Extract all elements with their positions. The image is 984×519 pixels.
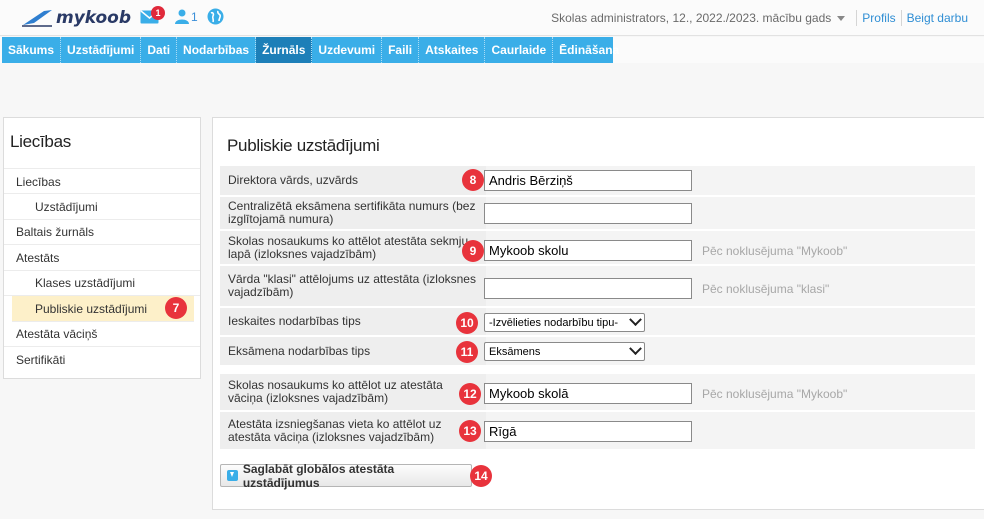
chevron-down-icon[interactable] <box>837 15 846 21</box>
field-label: Eksāmena nodarbības tips <box>228 343 371 358</box>
default-hint: Pēc noklusējuma "Mykoob" <box>702 244 848 258</box>
step-badge: 11 <box>456 341 478 363</box>
certificate-number-input[interactable] <box>484 203 692 224</box>
field-label: Skolas nosaukums ko attēlot uz atestāta … <box>228 378 443 405</box>
step-badge: 9 <box>462 240 484 262</box>
sidebar-item-sertifikati[interactable]: Sertifikāti <box>4 347 200 373</box>
nav-item-caurlaide[interactable]: Caurlaide <box>485 37 554 63</box>
field-label: Direktora vārds, uzvārds <box>228 173 359 187</box>
mykoob-logo[interactable]: mykoob <box>22 6 131 30</box>
step-badge: 14 <box>470 465 492 487</box>
divider <box>856 10 858 26</box>
nav-item-edinasana[interactable]: Ēdināšana <box>553 37 625 63</box>
logo-swoosh-icon <box>22 10 52 27</box>
mail-count-badge: 1 <box>151 5 165 20</box>
nav-item-uzstadijumi[interactable]: Uzstādījumi <box>61 37 142 63</box>
session-selector[interactable]: Skolas administrators, 12., 2022./2023. … <box>551 11 831 25</box>
select-value: Eksāmens <box>489 345 541 358</box>
issue-place-input[interactable] <box>484 421 692 442</box>
user-count: 1 <box>191 9 198 24</box>
sidebar-item-atestata-vacins[interactable]: Atestāta vāciņš <box>4 321 200 347</box>
nav-item-dati[interactable]: Dati <box>141 37 178 63</box>
nav-item-nodarbibas[interactable]: Nodarbības <box>177 37 257 63</box>
chevron-down-icon <box>629 313 642 327</box>
save-global-settings-button[interactable]: Saglabāt globālos atestāta uzstādījumus <box>220 461 472 490</box>
step-badge: 8 <box>462 169 484 191</box>
user-icon <box>175 9 189 24</box>
chevron-down-icon <box>629 342 642 356</box>
main-panel: Publiskie uzstādījumi Direktora vārds, u… <box>212 117 984 510</box>
sidebar-item-klases-uzstadijumi[interactable]: Klases uzstādījumi <box>4 270 200 296</box>
director-name-input[interactable] <box>484 170 692 191</box>
profile-link[interactable]: Profils <box>862 11 895 25</box>
logout-link[interactable]: Beigt darbu <box>907 11 968 25</box>
users-button[interactable]: 1 <box>175 9 198 24</box>
download-icon <box>227 470 238 481</box>
class-word-input[interactable] <box>484 278 692 299</box>
sidebar-item-liecibas[interactable]: Liecības <box>4 168 200 194</box>
nav-item-faili[interactable]: Faili <box>382 37 420 63</box>
sidebar-title: Liecības <box>10 132 71 151</box>
sidebar-item-baltais-zurnals[interactable]: Baltais žurnāls <box>4 219 200 245</box>
exam-lesson-type-select[interactable]: Eksāmens <box>484 342 645 361</box>
nav-item-uzdevumi[interactable]: Uzdevumi <box>312 37 383 63</box>
sidebar-item-atestats[interactable]: Atestāts <box>4 245 200 271</box>
default-hint: Pēc noklusējuma "klasi" <box>702 282 830 296</box>
field-label: Skolas nosaukums ko attēlot atestāta sek… <box>228 233 469 261</box>
default-hint: Pēc noklusējuma "Mykoob" <box>702 387 848 401</box>
divider <box>900 10 902 26</box>
page-title: Publiskie uzstādījumi <box>227 136 380 155</box>
field-label: Atestāta izsniegšanas vieta ko attēlot u… <box>228 416 442 444</box>
step-badge: 13 <box>459 420 481 442</box>
sidebar-item-label: Publiskie uzstādījumi <box>35 302 148 316</box>
language-button[interactable] <box>207 8 224 25</box>
field-label: Ieskaites nodarbības tips <box>228 314 361 328</box>
school-name-grades-input[interactable] <box>484 240 692 261</box>
field-label: Vārda "klasi" attēlojums uz attestāta (i… <box>228 272 476 299</box>
logo-text: mykoob <box>56 8 132 28</box>
step-badge: 12 <box>459 383 481 405</box>
sidebar: Liecības Liecības Uzstādījumi Baltais žu… <box>3 117 201 379</box>
nav-item-sakums[interactable]: Sākums <box>2 37 62 63</box>
top-bar: mykoob 1 1 Skolas administrators, 12., 2… <box>0 0 984 36</box>
globe-icon <box>207 8 224 25</box>
nav-item-atskaites[interactable]: Atskaites <box>419 37 486 63</box>
select-value: -Izvēlieties nodarbību tipu- <box>489 316 619 329</box>
messages-button[interactable]: 1 <box>140 5 165 24</box>
nav-item-zurnals[interactable]: Žurnāls <box>256 37 313 63</box>
step-badge: 7 <box>165 297 187 319</box>
main-nav: Sākums Uzstādījumi Dati Nodarbības Žurnā… <box>0 37 984 63</box>
sidebar-item-uzstadijumi[interactable]: Uzstādījumi <box>4 194 200 220</box>
test-lesson-type-select[interactable]: -Izvēlieties nodarbību tipu- <box>484 313 645 332</box>
save-button-label: Saglabāt globālos atestāta uzstādījumus <box>242 461 395 490</box>
field-label: Centralizētā eksāmena sertifikāta numurs… <box>228 199 476 226</box>
step-badge: 10 <box>456 312 478 334</box>
school-name-cover-input[interactable] <box>484 383 692 404</box>
